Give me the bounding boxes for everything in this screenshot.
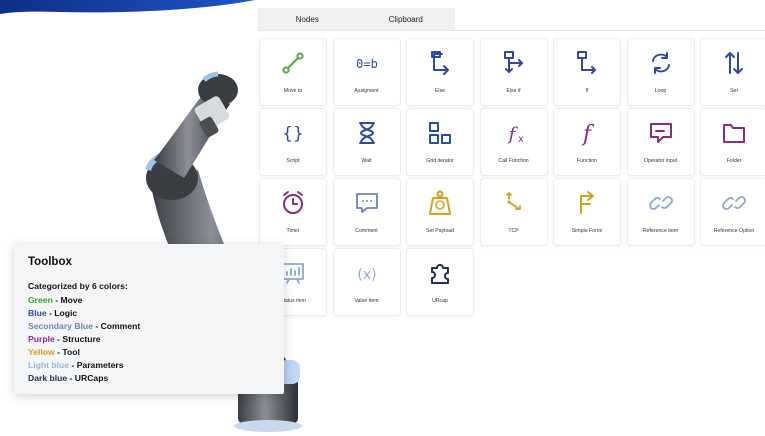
- if-icon: [577, 51, 596, 74]
- value-item-icon: (x): [357, 267, 376, 283]
- node-tile-label: Reference item: [642, 228, 679, 234]
- node-tile-value-item[interactable]: (x) Value item: [332, 248, 401, 316]
- node-tile-function[interactable]: f Function: [553, 108, 621, 176]
- color-name: Secondary Blue: [28, 321, 93, 331]
- simple-force-icon: [580, 191, 594, 214]
- node-tile-label: Reference Option: [713, 228, 755, 234]
- category-name: - Structure: [54, 334, 101, 344]
- node-tile-assigment[interactable]: 0=b Assigment: [332, 38, 401, 106]
- node-tile-label: Else: [434, 88, 446, 94]
- node-tile-tcp[interactable]: TCP: [479, 178, 548, 246]
- node-tile-call-function[interactable]: f x Call Function: [479, 108, 548, 176]
- color-name: Dark blue: [28, 373, 68, 383]
- tab-bar: Nodes Clipboard: [258, 8, 455, 30]
- set-payload-icon: [429, 190, 451, 215]
- node-tile-set-payload[interactable]: Set Payload: [406, 178, 474, 246]
- svg-text:(x): (x): [357, 267, 376, 283]
- color-name: Light blue: [28, 360, 70, 370]
- node-tile-simple-force[interactable]: Simple Force: [553, 178, 621, 246]
- node-tile-else-if[interactable]: Else if: [479, 38, 548, 106]
- node-tile-urcap[interactable]: URcap: [406, 248, 474, 316]
- category-name: - Tool: [54, 347, 80, 357]
- folder-icon: [723, 124, 745, 143]
- grid-iterator-icon: [429, 122, 451, 144]
- toolbox-entry: Purple - Structure: [28, 334, 101, 344]
- node-tile-if[interactable]: If: [553, 38, 621, 106]
- node-tile-label: URcap: [432, 298, 448, 304]
- node-tile-reference-item[interactable]: Reference item: [626, 178, 695, 246]
- node-tile-label: Else if: [506, 88, 521, 94]
- tab-nodes[interactable]: Nodes: [258, 8, 357, 30]
- svg-text:f: f: [581, 122, 595, 146]
- wait-icon: [358, 122, 375, 144]
- reference-item-icon: [648, 196, 673, 210]
- node-tile-set[interactable]: Set: [700, 38, 765, 106]
- node-tile-label: Simple Force: [571, 228, 603, 234]
- else-icon: [431, 51, 449, 75]
- call-function-icon: fx: [506, 124, 524, 145]
- node-tile-label: Operator input: [643, 158, 678, 164]
- assignment-icon: 0=b: [356, 57, 378, 71]
- node-tile-label: Grid iterator: [426, 158, 454, 164]
- svg-text:0=b: 0=b: [356, 57, 378, 71]
- color-name: Green: [28, 295, 53, 305]
- tab-divider: [258, 30, 765, 31]
- set-icon: [725, 52, 743, 74]
- toolbox-legend: Toolbox Categorized by 6 colors: Green -…: [14, 244, 284, 394]
- else-if-icon: [503, 51, 523, 73]
- color-name: Blue: [28, 308, 47, 318]
- node-tile-label: Value item: [354, 298, 379, 304]
- category-name: - URCaps: [67, 373, 109, 383]
- node-tile-else[interactable]: Else: [406, 38, 474, 106]
- toolbox-subtitle: Categorized by 6 colors:: [28, 281, 128, 291]
- node-tile-label: Set: [730, 88, 738, 94]
- toolbox-entry: Light blue - Parameters: [28, 360, 124, 370]
- node-tile-operator-input[interactable]: Operator input: [626, 108, 695, 176]
- node-tile-label: Call Function: [498, 158, 529, 164]
- urcap-icon: [431, 264, 449, 284]
- tcp-icon: [505, 192, 521, 210]
- toolbox-entry: Yellow - Tool: [28, 347, 80, 357]
- node-tile-folder[interactable]: Folder: [700, 108, 765, 176]
- category-name: - Move: [52, 295, 83, 305]
- color-name: Yellow: [28, 347, 55, 357]
- node-tile-grid-iterator[interactable]: Grid iterator: [406, 108, 474, 176]
- function-icon: f: [581, 122, 595, 146]
- node-tile-reference-option[interactable]: Reference Option: [700, 178, 765, 246]
- node-tile-label: If: [585, 88, 589, 94]
- toolbox-title: Toolbox: [28, 256, 72, 268]
- node-tile-label: Set Payload: [426, 228, 454, 234]
- node-tile-label: Function: [577, 158, 597, 164]
- color-name: Purple: [28, 334, 55, 344]
- tab-clipboard[interactable]: Clipboard: [357, 8, 456, 30]
- node-tile-label: TCP: [508, 228, 519, 234]
- node-tile-label: Wait: [361, 158, 372, 164]
- toolbox-entry: Dark blue - URCaps: [28, 373, 108, 383]
- node-tile-label: Comment: [355, 228, 378, 234]
- loop-icon: [651, 52, 670, 74]
- svg-text:x: x: [518, 134, 524, 145]
- node-tile-label: Loop: [654, 88, 667, 94]
- svg-text:f: f: [506, 124, 518, 145]
- node-tile-comment[interactable]: Comment: [332, 178, 401, 246]
- category-name: - Parameters: [69, 360, 124, 370]
- toolbox-entry: Secondary Blue - Comment: [28, 321, 140, 331]
- operator-input-icon: [649, 123, 672, 143]
- category-name: - Comment: [92, 321, 141, 331]
- toolbox-entry: Green - Move: [28, 295, 82, 305]
- node-tile-label: Folder: [726, 158, 742, 164]
- reference-option-icon: [722, 196, 746, 210]
- node-tile-loop[interactable]: Loop: [626, 38, 695, 106]
- toolbox-entry: Blue - Logic: [28, 308, 77, 318]
- node-tile-label: Assigment: [354, 88, 379, 94]
- comment-icon: [355, 193, 378, 213]
- node-tile-wait[interactable]: Wait: [332, 108, 401, 176]
- category-name: - Logic: [46, 308, 78, 318]
